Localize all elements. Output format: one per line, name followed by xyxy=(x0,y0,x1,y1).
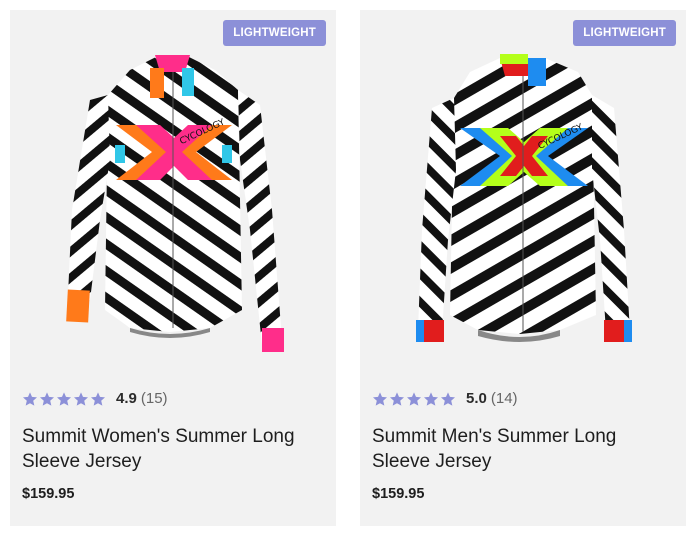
review-count[interactable]: (14) xyxy=(491,390,518,407)
product-card[interactable]: CYCOLOGY LIGHTWEIGHT 4.9 (15) Summit Wom… xyxy=(10,10,336,526)
star-icon xyxy=(22,391,38,407)
product-price: $159.95 xyxy=(372,486,425,502)
product-image[interactable]: CYCOLOGY xyxy=(360,10,686,370)
rating-score: 4.9 xyxy=(116,390,137,407)
star-rating xyxy=(22,391,106,407)
star-icon xyxy=(423,391,439,407)
lightweight-badge: LIGHTWEIGHT xyxy=(573,20,676,46)
star-icon xyxy=(73,391,89,407)
star-icon xyxy=(372,391,388,407)
star-icon xyxy=(406,391,422,407)
review-count[interactable]: (15) xyxy=(141,390,168,407)
star-icon xyxy=(56,391,72,407)
lightweight-badge: LIGHTWEIGHT xyxy=(223,20,326,46)
star-rating xyxy=(372,391,456,407)
star-icon xyxy=(90,391,106,407)
product-title[interactable]: Summit Women's Summer Long Sleeve Jersey xyxy=(22,424,322,474)
product-price: $159.95 xyxy=(22,486,75,502)
star-icon xyxy=(440,391,456,407)
product-image[interactable]: CYCOLOGY xyxy=(10,10,336,370)
star-icon xyxy=(39,391,55,407)
product-title[interactable]: Summit Men's Summer Long Sleeve Jersey xyxy=(372,424,672,474)
rating[interactable]: 5.0 (14) xyxy=(372,390,518,407)
product-card[interactable]: CYCOLOGY LIGHTWEIGHT 5.0 (14) Summit Men… xyxy=(360,10,686,526)
star-icon xyxy=(389,391,405,407)
rating[interactable]: 4.9 (15) xyxy=(22,390,168,407)
rating-score: 5.0 xyxy=(466,390,487,407)
